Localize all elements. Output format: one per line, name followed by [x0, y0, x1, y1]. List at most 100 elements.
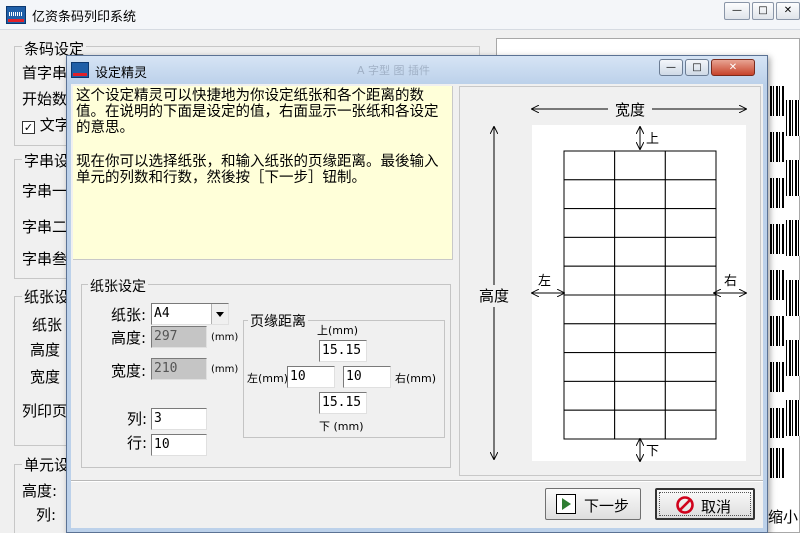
left-margin-label: 左(mm) — [247, 372, 289, 385]
right-margin-input[interactable]: 10 — [343, 366, 391, 388]
paper-layout-diagram: 宽度 高度 上 下 左 右 — [459, 86, 761, 476]
zoom-out-label[interactable]: 缩小 — [768, 506, 798, 527]
setup-wizard-dialog: 设定精灵 A 字型 图 插件 — □ ✕ 这个设定精灵可以快捷地为你设定纸张和各… — [66, 55, 768, 533]
button-divider — [71, 480, 763, 482]
text-checkbox[interactable]: ✓ 文字 — [22, 114, 70, 135]
paper-height-field: 297 — [151, 326, 207, 348]
right-margin-label: 右(mm) — [395, 372, 437, 385]
close-icon: ✕ — [783, 5, 793, 16]
minimize-button[interactable]: — — [724, 2, 750, 20]
main-window-title: 亿资条码列印系统 — [32, 10, 137, 25]
top-label: 上 — [646, 132, 659, 147]
label-cell — [614, 294, 666, 325]
barcode-preview — [786, 280, 800, 316]
app-logo-icon — [71, 62, 89, 78]
label-cell — [563, 265, 616, 296]
unit-settings-heading: 单元设 — [22, 454, 72, 475]
bottom-margin-input[interactable]: 15.15 — [319, 392, 367, 414]
label-cell — [664, 208, 717, 238]
label-cell — [614, 352, 666, 382]
minimize-icon: — — [666, 62, 676, 73]
label-cell — [614, 208, 666, 238]
label-cell — [614, 150, 666, 181]
left-margin-input[interactable]: 10 — [287, 366, 335, 388]
label-cell — [664, 323, 717, 354]
paper-label: 纸张 — [32, 316, 63, 334]
cancel-button-label: 取消 — [701, 498, 732, 516]
instruction-paragraph-1: 这个设定精灵可以快捷地为你设定纸张和各个距离的数值。在说明的下面是设定的值，右面… — [76, 88, 439, 136]
label-cell — [563, 294, 616, 325]
bottom-margin-label: 下 (mm) — [319, 420, 364, 433]
barcode-preview — [770, 132, 784, 162]
columns-label: 列: — [127, 410, 148, 428]
start-number-label: 开始数 — [22, 90, 68, 108]
string-settings-heading: 字串设 — [22, 150, 72, 171]
barcode-preview — [770, 178, 784, 208]
main-titlebar: 亿资条码列印系统 — □ ✕ — [0, 0, 800, 30]
wizard-titlebar: 设定精灵 A 字型 图 插件 — □ ✕ — [67, 56, 767, 84]
paper-width-label: 宽度: — [111, 362, 147, 380]
next-button-label: 下一步 — [584, 497, 630, 515]
height-label: 高度 — [30, 341, 61, 359]
label-cell — [563, 236, 616, 267]
play-arrow-icon — [556, 494, 576, 514]
minimize-icon: — — [732, 5, 742, 16]
height-label: 高度 — [479, 287, 509, 305]
barcode-preview — [770, 408, 784, 438]
close-button[interactable]: ✕ — [776, 2, 800, 20]
barcode-preview — [786, 100, 800, 136]
paper-size-select[interactable]: A4 — [151, 303, 229, 325]
barcode-preview — [770, 362, 784, 392]
chevron-down-icon[interactable] — [211, 304, 228, 324]
bottom-label: 下 — [646, 444, 659, 459]
next-button[interactable]: 下一步 — [545, 488, 641, 520]
maximize-icon: □ — [692, 62, 702, 73]
unit-height-label: 高度: — [22, 482, 58, 500]
label-cell — [563, 208, 616, 238]
rows-label: 行: — [127, 434, 148, 452]
barcode-preview — [770, 448, 784, 478]
columns-input[interactable]: 3 — [151, 408, 207, 430]
maximize-button[interactable]: □ — [752, 2, 774, 20]
app-logo-icon — [6, 6, 26, 24]
barcode-preview — [786, 160, 800, 196]
barcode-preview — [786, 220, 800, 256]
wizard-maximize-button[interactable]: □ — [685, 59, 709, 76]
label-cell — [563, 409, 616, 440]
label-cell — [664, 265, 717, 296]
label-cell — [563, 323, 616, 354]
label-cell — [614, 265, 666, 296]
barcode-preview — [770, 316, 784, 346]
string-one-label: 字串一 — [22, 182, 68, 200]
cancel-button[interactable]: 取消 — [655, 488, 755, 520]
width-unit-label: (mm) — [211, 364, 239, 375]
top-margin-label: 上(mm) — [317, 324, 359, 337]
prefix-label: 首字串 — [22, 64, 68, 82]
paper-height-label: 高度: — [111, 329, 147, 347]
wizard-close-button[interactable]: ✕ — [711, 59, 755, 76]
paper-size-label: 纸张: — [111, 306, 147, 324]
right-label: 右 — [724, 274, 737, 289]
label-cell — [614, 409, 666, 440]
label-cell — [664, 294, 717, 325]
top-margin-input[interactable]: 15.15 — [319, 340, 367, 362]
label-cell — [614, 323, 666, 354]
instruction-box: 这个设定精灵可以快捷地为你设定纸张和各个距离的数值。在说明的下面是设定的值，右面… — [73, 86, 453, 260]
height-unit-label: (mm) — [211, 332, 239, 343]
paper-settings-heading: 纸张设 — [22, 286, 72, 307]
label-cell — [664, 150, 717, 181]
barcode-preview — [786, 400, 800, 436]
label-cell — [563, 179, 616, 210]
label-cell — [614, 236, 666, 267]
ghost-toolbar-text: A 字型 图 插件 — [357, 64, 431, 77]
label-cell — [664, 236, 717, 267]
paper-size-value: A4 — [154, 306, 170, 321]
close-icon: ✕ — [728, 62, 738, 73]
label-cell — [563, 352, 616, 382]
wizard-minimize-button[interactable]: — — [659, 59, 683, 76]
barcode-preview — [786, 340, 800, 376]
string-two-label: 字串二 — [22, 218, 68, 236]
rows-input[interactable]: 10 — [151, 434, 207, 456]
label-cell — [664, 179, 717, 210]
barcode-preview — [770, 270, 784, 300]
